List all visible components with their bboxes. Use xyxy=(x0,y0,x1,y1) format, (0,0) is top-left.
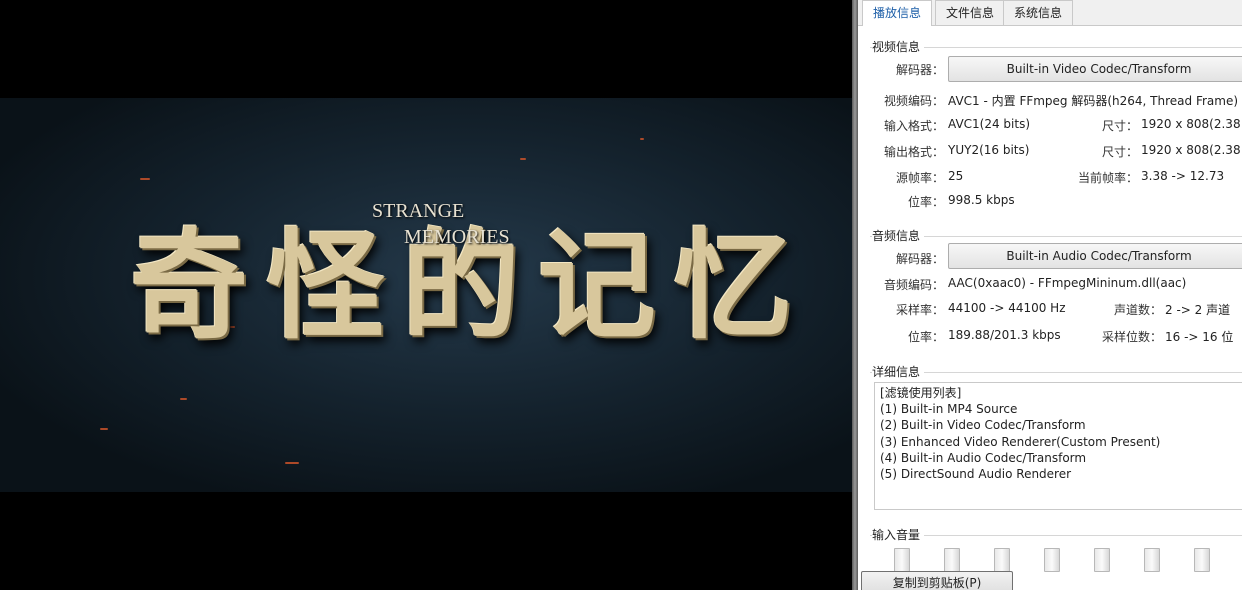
audio-bitrate-label: 位率： xyxy=(907,330,944,344)
video-bitrate-label: 位率： xyxy=(907,195,944,209)
input-size-value: 1920 x 808(2.38:1) xyxy=(1141,117,1242,131)
filter-list-box[interactable]: [滤镜使用列表] (1) Built-in MP4 Source (2) Bui… xyxy=(874,382,1242,510)
sample-bits-value: 16 -> 16 位 xyxy=(1165,330,1234,344)
movie-title-english-line1: STRANGE xyxy=(372,200,465,222)
info-panel: 播放信息 文件信息 系统信息 视频信息 解码器： Built-in Video … xyxy=(858,0,1242,590)
ember xyxy=(285,462,299,464)
tab-playback-info[interactable]: 播放信息 xyxy=(862,0,933,26)
ember xyxy=(180,398,187,400)
input-format-label: 输入格式： xyxy=(883,119,944,133)
output-format-value: YUY2(16 bits) xyxy=(948,143,1030,157)
audio-bitrate-value: 189.88/201.3 kbps xyxy=(948,328,1061,342)
group-divider xyxy=(870,535,1242,536)
ember xyxy=(100,428,108,430)
video-decoder-label: 解码器： xyxy=(895,63,944,77)
output-format-label: 输出格式： xyxy=(883,145,944,159)
video-area[interactable]: 奇怪的记忆 STRANGE MEMORIES xyxy=(0,0,852,590)
volume-slider-1[interactable] xyxy=(894,548,910,572)
ember xyxy=(140,178,150,180)
volume-slider-7[interactable] xyxy=(1194,548,1210,572)
filter-list-line: (2) Built-in Video Codec/Transform xyxy=(880,418,1086,433)
filter-list-line: [滤镜使用列表] xyxy=(880,386,962,400)
ember xyxy=(640,138,644,140)
output-size-label: 尺寸： xyxy=(1101,145,1138,159)
video-codec-label: 视频编码： xyxy=(883,94,944,108)
sample-rate-value: 44100 -> 44100 Hz xyxy=(948,301,1066,315)
current-fps-label: 当前帧率： xyxy=(1077,171,1138,185)
output-size-value: 1920 x 808(2.38:1) xyxy=(1141,143,1242,157)
movie-title-english-line2: MEMORIES xyxy=(404,226,510,248)
video-info-group-title: 视频信息 xyxy=(872,38,925,55)
filter-list-line: (5) DirectSound Audio Renderer xyxy=(880,467,1072,482)
movie-title-english: STRANGE MEMORIES xyxy=(372,198,510,250)
sample-bits-label: 采样位数： xyxy=(1101,330,1162,344)
audio-codec-label: 音频编码： xyxy=(883,278,944,292)
input-format-value: AVC1(24 bits) xyxy=(948,117,1031,131)
group-divider xyxy=(870,372,1242,373)
input-size-label: 尺寸： xyxy=(1101,119,1138,133)
video-bitrate-value: 998.5 kbps xyxy=(948,193,1015,207)
volume-slider-6[interactable] xyxy=(1144,548,1160,572)
video-frame: 奇怪的记忆 STRANGE MEMORIES xyxy=(0,98,852,492)
current-fps-value: 3.38 -> 12.73 xyxy=(1141,169,1225,183)
channels-value: 2 -> 2 声道 xyxy=(1165,303,1231,317)
source-fps-value: 25 xyxy=(948,169,964,183)
audio-info-group-title: 音频信息 xyxy=(872,227,925,244)
volume-slider-5[interactable] xyxy=(1094,548,1110,572)
audio-codec-value: AAC(0xaac0) - FFmpegMininum.dll(aac) xyxy=(948,276,1187,290)
group-divider xyxy=(870,236,1242,237)
volume-slider-3[interactable] xyxy=(994,548,1010,572)
video-decoder-button[interactable]: Built-in Video Codec/Transform xyxy=(948,56,1242,82)
video-codec-value: AVC1 - 内置 FFmpeg 解码器(h264, Thread Frame) xyxy=(948,94,1239,108)
volume-group-title: 输入音量 xyxy=(872,526,925,543)
detail-group-title: 详细信息 xyxy=(872,363,925,380)
tab-bar: 播放信息 文件信息 系统信息 xyxy=(858,0,1242,26)
filter-list-line: (3) Enhanced Video Renderer(Custom Prese… xyxy=(880,434,1161,449)
channels-label: 声道数： xyxy=(1113,303,1162,317)
volume-slider-2[interactable] xyxy=(944,548,960,572)
copy-to-clipboard-button[interactable]: 复制到剪贴板(P) xyxy=(861,571,1013,590)
volume-slider-4[interactable] xyxy=(1044,548,1060,572)
audio-decoder-button[interactable]: Built-in Audio Codec/Transform xyxy=(948,243,1242,269)
filter-list-line: (1) Built-in MP4 Source xyxy=(880,402,1018,417)
tab-file-info[interactable]: 文件信息 xyxy=(935,0,1006,25)
group-divider xyxy=(870,47,1242,48)
ember xyxy=(520,158,526,160)
audio-decoder-label: 解码器： xyxy=(895,252,944,266)
sample-rate-label: 采样率： xyxy=(895,303,944,317)
source-fps-label: 源帧率： xyxy=(895,171,944,185)
tab-system-info[interactable]: 系统信息 xyxy=(1003,0,1074,25)
filter-list-line: (4) Built-in Audio Codec/Transform xyxy=(880,450,1087,465)
